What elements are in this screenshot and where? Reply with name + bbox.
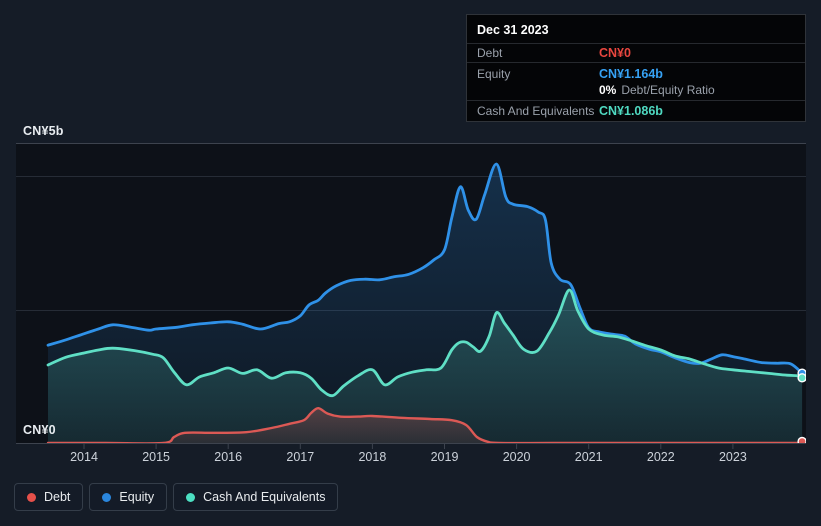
tooltip: Dec 31 2023 Debt CN¥0 Equity CN¥1.164b 0… <box>466 14 806 122</box>
x-axis-label-2022: 2022 <box>646 450 675 464</box>
tooltip-equity-label: Equity <box>477 66 511 81</box>
x-axis-label-2016: 2016 <box>214 450 243 464</box>
tooltip-debt-value: CN¥0 <box>599 46 631 60</box>
x-axis-label-2021: 2021 <box>574 450 603 464</box>
x-axis-label-2023: 2023 <box>718 450 747 464</box>
tooltip-row-ratio: 0% Debt/Equity Ratio <box>467 82 805 101</box>
tooltip-ratio: 0% Debt/Equity Ratio <box>599 83 715 97</box>
y-axis-zero-label: CN¥0 <box>23 423 56 437</box>
tooltip-cash-value: CN¥1.086b <box>599 104 663 118</box>
legend-cash-label: Cash And Equivalents <box>203 490 326 504</box>
debt-legend-dot-icon <box>27 492 36 502</box>
legend-item-cash[interactable]: Cash And Equivalents <box>173 483 339 511</box>
tooltip-cash-label: Cash And Equivalents <box>477 104 595 118</box>
legend-equity-label: Equity <box>119 490 155 504</box>
x-axis-label-2020: 2020 <box>502 450 531 464</box>
equity-legend-dot-icon <box>102 492 112 502</box>
tooltip-ratio-pct: 0% <box>599 83 617 97</box>
legend: Debt Equity Cash And Equivalents <box>14 483 339 511</box>
tooltip-row-debt: Debt CN¥0 <box>467 44 805 63</box>
legend-debt-label: Debt <box>44 490 71 504</box>
tooltip-equity-value: CN¥1.164b <box>599 66 663 81</box>
tooltip-debt-label: Debt <box>477 46 503 60</box>
tooltip-ratio-text: Debt/Equity Ratio <box>621 83 715 97</box>
tooltip-row-equity: Equity CN¥1.164b <box>467 63 805 82</box>
page: { "tooltip": { "date": "Dec 31 2023", "d… <box>0 0 821 526</box>
x-axis-label-2018: 2018 <box>358 450 387 464</box>
legend-item-debt[interactable]: Debt <box>14 483 84 511</box>
x-axis-label-2014: 2014 <box>70 450 98 464</box>
x-axis-label-2019: 2019 <box>430 450 459 464</box>
y-axis-max-label: CN¥5b <box>23 124 64 138</box>
x-axis-label-2015: 2015 <box>142 450 170 464</box>
debt-end-dot[interactable] <box>797 436 806 446</box>
tooltip-row-cash: Cash And Equivalents CN¥1.086b <box>467 101 805 121</box>
cash-and-equivalents-end-dot[interactable] <box>797 373 806 383</box>
legend-item-equity[interactable]: Equity <box>89 483 168 511</box>
tooltip-date: Dec 31 2023 <box>467 15 805 44</box>
cash-legend-dot-icon <box>186 492 196 502</box>
x-axis-label-2017: 2017 <box>286 450 315 464</box>
